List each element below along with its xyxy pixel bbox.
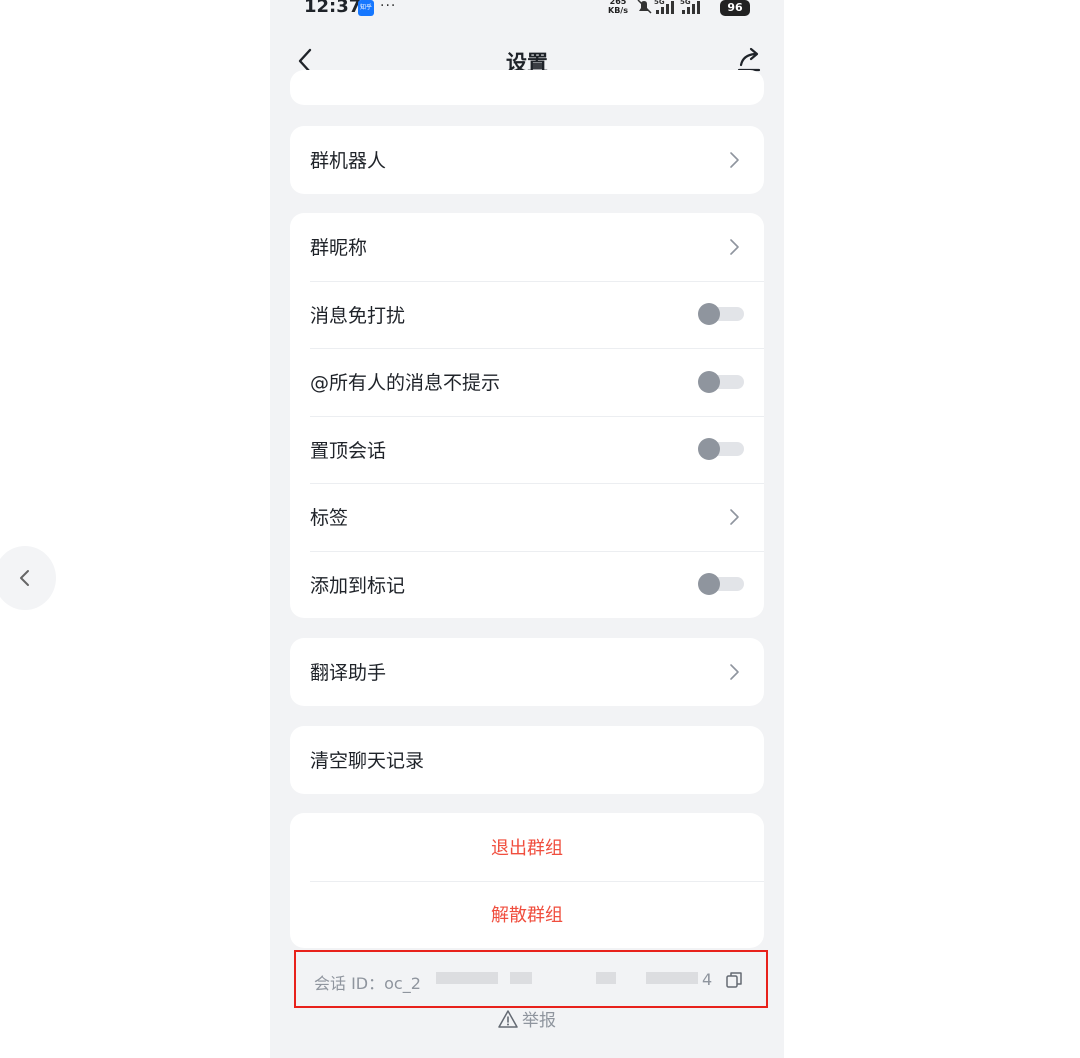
session-id-redacted-4: [646, 972, 698, 984]
exit-group-label: 退出群组: [491, 837, 563, 859]
settings-card: 群昵称 消息免打扰 @所有人的消息不提示 置顶会话 标签 添加到标记: [290, 213, 764, 618]
session-id-box: 会话 ID：oc_2 4: [294, 950, 768, 1008]
do-not-disturb-toggle[interactable]: [698, 303, 744, 326]
row-clear-history[interactable]: 清空聊天记录: [290, 726, 764, 794]
row-pin-chat: 置顶会话: [290, 415, 764, 484]
row-do-not-disturb: 消息免打扰: [290, 280, 764, 349]
report-link[interactable]: 举报: [270, 1006, 784, 1031]
row-label: 添加到标记: [310, 574, 406, 597]
row-label: 标签: [310, 507, 349, 530]
session-id-prefix: 会话 ID：oc_2: [314, 974, 421, 993]
status-time: 12:37: [304, 0, 362, 17]
row-label: 置顶会话: [310, 439, 387, 462]
danger-card: 退出群组 解散群组: [290, 813, 764, 948]
network-label-2: 5G: [680, 0, 691, 6]
battery-indicator: 96: [720, 0, 750, 16]
chevron-right-icon: [730, 508, 739, 525]
dissolve-group-label: 解散群组: [491, 905, 563, 927]
bot-card: 群机器人: [290, 126, 764, 194]
row-label: 消息免打扰: [310, 304, 406, 327]
row-translate-assistant[interactable]: 翻译助手: [290, 638, 764, 706]
copy-icon[interactable]: [724, 970, 744, 990]
zhihu-app-icon: 知乎: [358, 0, 374, 16]
pin-chat-toggle[interactable]: [698, 438, 744, 461]
row-mute-at-all: @所有人的消息不提示: [290, 348, 764, 416]
row-label: 群机器人: [310, 150, 387, 173]
chevron-right-icon: [730, 238, 739, 255]
session-id-suffix: 4: [702, 970, 713, 989]
translate-card: 翻译助手: [290, 638, 764, 706]
row-label: 群昵称: [310, 237, 368, 260]
network-speed: 265 KB/s: [608, 0, 628, 15]
warning-icon: [498, 1010, 518, 1028]
mute-bell-icon: [637, 0, 652, 14]
add-to-flag-toggle[interactable]: [698, 573, 744, 596]
status-bar: 12:37 知乎 ··· 265 KB/s 5G 5G 96: [270, 0, 784, 22]
outer-back-button[interactable]: [0, 546, 56, 610]
session-id-redacted-2: [510, 972, 532, 984]
phone-screen: 12:37 知乎 ··· 265 KB/s 5G 5G 96 设置 群机器人 群…: [270, 0, 784, 1058]
previous-card-tail: [290, 70, 764, 105]
signal-icons: 5G 5G: [637, 0, 700, 14]
row-group-nickname[interactable]: 群昵称: [290, 213, 764, 281]
session-id-redacted-1: [436, 972, 498, 984]
dissolve-group-button[interactable]: 解散群组: [290, 880, 764, 949]
network-speed-unit: KB/s: [608, 6, 628, 15]
chevron-right-icon: [730, 151, 739, 168]
row-labels[interactable]: 标签: [290, 483, 764, 551]
session-id-redacted-3: [596, 972, 616, 984]
more-notifications-icon: ···: [380, 0, 397, 14]
exit-group-button[interactable]: 退出群组: [290, 813, 764, 881]
mute-at-all-toggle[interactable]: [698, 370, 744, 393]
row-label: 清空聊天记录: [310, 750, 425, 773]
row-label: @所有人的消息不提示: [310, 372, 501, 395]
chevron-left-icon: [20, 570, 29, 586]
row-add-to-flag: 添加到标记: [290, 550, 764, 619]
report-label: 举报: [522, 1011, 556, 1031]
row-group-bot[interactable]: 群机器人: [290, 126, 764, 194]
row-label: 翻译助手: [310, 662, 387, 685]
chevron-right-icon: [730, 663, 739, 680]
network-label-1: 5G: [654, 0, 665, 6]
clear-card: 清空聊天记录: [290, 726, 764, 794]
